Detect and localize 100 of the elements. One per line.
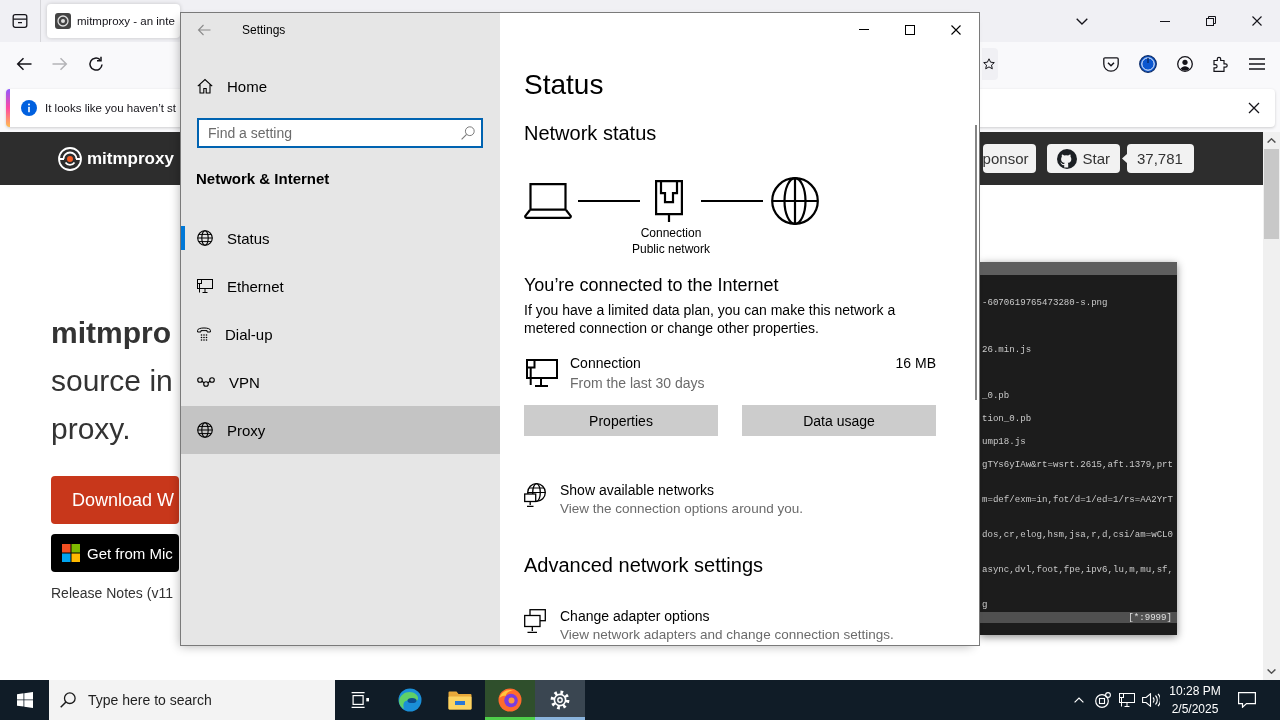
network-icon[interactable] xyxy=(1119,693,1135,707)
scrollbar-thumb[interactable] xyxy=(1264,149,1279,239)
logo-icon xyxy=(58,146,82,171)
menu-icon[interactable] xyxy=(1249,58,1265,70)
link-description: View the connection options around you. xyxy=(560,500,803,518)
firefox-icon xyxy=(498,688,522,712)
notification-text: It looks like you haven’t st xyxy=(45,102,177,114)
info-icon xyxy=(21,100,37,116)
terminal-line: m=def/exm=in,fot/d=1/ed=1/rs=AA2YrT xyxy=(982,494,1173,506)
edge-icon xyxy=(398,688,422,712)
taskbar-search-field[interactable]: Type here to search xyxy=(49,680,335,720)
minimize-icon[interactable] xyxy=(1160,20,1170,22)
nav-item[interactable]: Ethernet xyxy=(181,262,500,310)
chevron-up-icon[interactable] xyxy=(1074,697,1084,703)
star-count[interactable]: 37,781 xyxy=(1122,144,1194,173)
clock-time[interactable]: 10:28 PM xyxy=(1169,682,1221,700)
connector-line xyxy=(578,200,640,202)
four-squares-icon xyxy=(62,544,80,562)
scroll-down-icon[interactable] xyxy=(1267,669,1276,674)
box-icon[interactable] xyxy=(12,13,28,29)
data-usage-amount: 16 MB xyxy=(895,354,936,373)
nav-item[interactable]: Dial-up xyxy=(181,310,500,358)
headline-text: source in xyxy=(51,363,174,399)
power-icon[interactable] xyxy=(1139,55,1157,73)
terminal-line: g xyxy=(982,599,988,611)
link-title[interactable]: Change adapter options xyxy=(560,606,894,626)
terminal-line: gTYs6yIAw&rt=wsrt.2615,aft.1379,prt xyxy=(982,459,1173,471)
terminal-line: ump18.js xyxy=(982,436,1026,448)
ethernet-port-icon xyxy=(655,180,683,222)
search-icon xyxy=(60,692,76,708)
terminal-line: -6070619765473280-s.png xyxy=(982,297,1108,309)
close-icon[interactable] xyxy=(951,24,961,35)
monitors-icon xyxy=(524,609,546,633)
site-logo-text[interactable]: mitmproxy xyxy=(87,148,174,169)
tray-app-icon[interactable] xyxy=(1095,692,1111,708)
terminal-line: async,dvl,foot,fpe,ipv6,lu,m,mu,sf, xyxy=(982,564,1173,576)
section-title: Network & Internet xyxy=(195,169,331,189)
status-description: If you have a limited data plan, you can make this network a metered connection or change other properties. xyxy=(524,301,897,337)
home-icon xyxy=(197,78,213,94)
notification-icon[interactable] xyxy=(1238,692,1256,708)
github-logo-icon xyxy=(1057,148,1078,169)
address-field[interactable] xyxy=(982,48,998,80)
terminal-line: 26.min.js xyxy=(982,344,1032,356)
star-icon[interactable] xyxy=(983,58,995,70)
headline-text: proxy. xyxy=(51,411,132,447)
window-title: Settings xyxy=(242,22,286,37)
connector-line xyxy=(701,200,763,202)
section-heading: Network status xyxy=(524,121,658,146)
browser-tab[interactable]: mitmproxy - an inte xyxy=(47,4,180,38)
nav-item[interactable]: Status xyxy=(181,214,500,262)
puzzle-icon[interactable] xyxy=(1213,56,1229,72)
network-label: Connection xyxy=(640,225,702,241)
connection-period: From the last 30 days xyxy=(570,374,705,393)
terminal-status-text: [*:9999] xyxy=(1128,611,1172,623)
taskbar-button[interactable] xyxy=(535,680,585,720)
home-link[interactable]: Home xyxy=(181,66,500,106)
shield-icon[interactable] xyxy=(1103,56,1119,72)
chevron-down-icon[interactable] xyxy=(1076,17,1088,25)
close-icon[interactable] xyxy=(1248,102,1260,114)
search-field[interactable]: Find a setting xyxy=(197,118,483,148)
nav-item[interactable]: VPN xyxy=(181,358,500,406)
search-icon xyxy=(461,126,475,140)
globe-icon xyxy=(197,422,213,438)
monitor-icon xyxy=(197,279,213,293)
clock-date[interactable]: 2/5/2025 xyxy=(1171,700,1219,718)
scroll-up-icon[interactable] xyxy=(1267,138,1276,143)
store-button[interactable]: Get from Mic xyxy=(51,534,179,572)
network-label: Public network xyxy=(631,241,710,257)
windows-logo-icon[interactable] xyxy=(16,692,33,708)
folder-icon xyxy=(448,690,472,710)
link-title[interactable]: Show available networks xyxy=(560,480,803,500)
phone-icon xyxy=(197,326,211,342)
page-title: Status xyxy=(524,68,605,102)
star-button[interactable]: Star xyxy=(1047,144,1120,173)
terminal-line: _0.pb xyxy=(982,390,1010,402)
globe-icon xyxy=(197,230,213,246)
action-button[interactable]: Properties xyxy=(524,405,718,436)
task-view-icon xyxy=(351,692,369,708)
laptop-icon xyxy=(524,183,572,219)
section-heading: Advanced network settings xyxy=(524,553,765,578)
status-heading: You’re connected to the Internet xyxy=(524,274,780,297)
account-icon[interactable] xyxy=(1177,56,1193,72)
download-button[interactable]: Download W xyxy=(51,476,179,524)
release-notes-link[interactable]: Release Notes (v11 xyxy=(51,583,173,603)
connection-name: Connection xyxy=(570,354,642,373)
monitor-plug-icon xyxy=(526,359,558,387)
nav-item[interactable]: Proxy xyxy=(181,406,500,454)
back-icon[interactable] xyxy=(16,57,32,71)
speaker-icon[interactable] xyxy=(1142,693,1160,707)
scrollbar[interactable] xyxy=(1263,132,1280,680)
link-description: View network adapters and change connection settings. xyxy=(560,626,894,644)
maximize-icon[interactable] xyxy=(905,24,915,35)
restore-icon[interactable] xyxy=(1206,16,1216,26)
terminal-line: tion_0.pb xyxy=(982,413,1032,425)
action-button[interactable]: Data usage xyxy=(742,405,936,436)
close-icon[interactable] xyxy=(1252,16,1262,26)
favicon-icon xyxy=(55,13,71,29)
reload-icon[interactable] xyxy=(88,56,104,72)
sponsor-button[interactable]: ponsor xyxy=(982,144,1037,173)
linked-circles-icon xyxy=(197,377,215,387)
